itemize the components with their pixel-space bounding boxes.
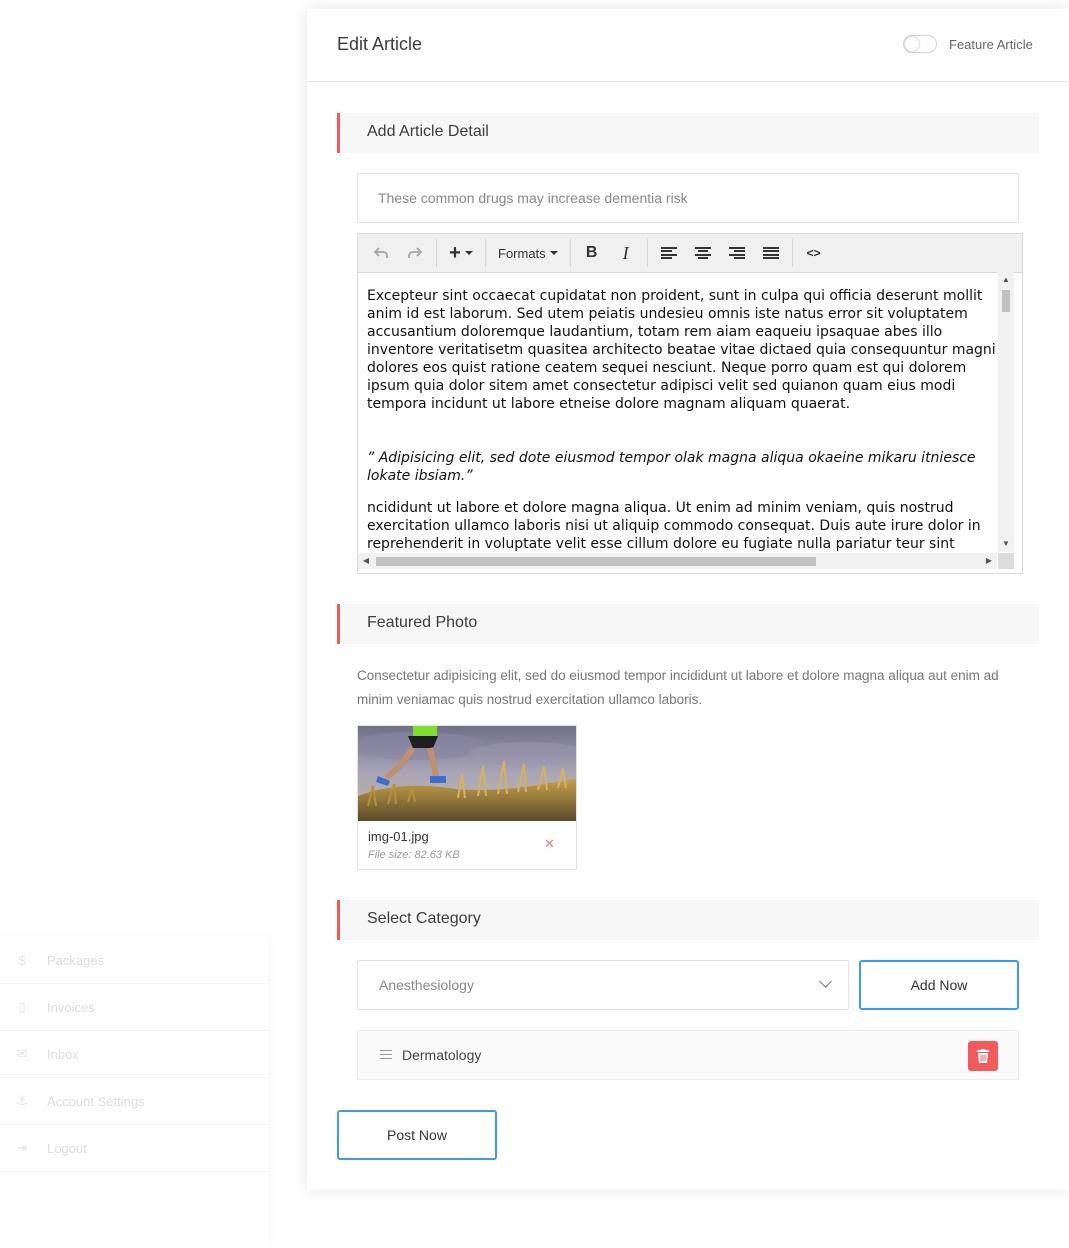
redo-button[interactable] bbox=[398, 238, 432, 268]
logout-icon: ⇥ bbox=[16, 1140, 28, 1155]
formats-label: Formats bbox=[498, 245, 546, 261]
add-category-button[interactable]: Add Now bbox=[859, 960, 1019, 1010]
editor-toolbar: + Formats B I <> bbox=[358, 234, 1022, 273]
sidebar-item-label: Packages bbox=[47, 952, 105, 968]
photo-file-name: img-01.jpg bbox=[368, 829, 429, 844]
photo-description: Consectetur adipisicing elit, sed do eiu… bbox=[357, 668, 999, 707]
category-select-value: Anesthesiology bbox=[379, 977, 474, 993]
italic-button[interactable]: I bbox=[609, 238, 643, 268]
editor-content[interactable]: Excepteur sint occaecat cupidatat non pr… bbox=[358, 272, 997, 552]
scrollbar-corner bbox=[998, 553, 1014, 569]
chevron-down-icon bbox=[819, 975, 832, 988]
section-heading-featured-photo: Featured Photo bbox=[337, 604, 1039, 644]
sidebar-item-label: Account Settings bbox=[47, 1093, 145, 1109]
toolbar-separator bbox=[569, 239, 571, 267]
align-justify-button[interactable] bbox=[754, 238, 788, 268]
photo-file-size: File size: 82.63 KB bbox=[368, 849, 460, 861]
trash-icon bbox=[977, 1049, 989, 1063]
section-title: Select Category bbox=[367, 910, 481, 927]
card-header: Edit Article Feature Article bbox=[307, 9, 1069, 82]
scroll-thumb[interactable] bbox=[376, 557, 816, 566]
rich-text-editor: + Formats B I <> Excepteur sint occaecat… bbox=[357, 233, 1023, 574]
caret-down-icon bbox=[464, 251, 473, 255]
code-icon: <> bbox=[806, 246, 821, 260]
sidebar-item-packages[interactable]: $ Packages bbox=[0, 937, 268, 984]
editor-paragraph: ncididunt ut labore et dolore magna aliq… bbox=[367, 500, 981, 552]
align-right-button[interactable] bbox=[720, 238, 754, 268]
category-list-item: Dermatology bbox=[357, 1030, 1019, 1080]
plus-icon: + bbox=[449, 241, 461, 264]
toolbar-separator bbox=[485, 239, 486, 267]
remove-photo-icon[interactable]: ✕ bbox=[544, 836, 555, 852]
category-label: Dermatology bbox=[402, 1047, 482, 1063]
caret-down-icon bbox=[549, 251, 558, 255]
scroll-up-icon[interactable]: ▲ bbox=[998, 272, 1014, 288]
feature-article-toggle[interactable] bbox=[903, 35, 937, 53]
feature-article-label: Feature Article bbox=[949, 37, 1033, 52]
vertical-scrollbar[interactable]: ▲ ▼ bbox=[998, 272, 1014, 552]
bold-button[interactable]: B bbox=[575, 238, 609, 268]
editor-quote: ” Adipisicing elit, sed dote eiusmod tem… bbox=[367, 450, 976, 484]
sidebar: $ Packages ▯ Invoices ✉ Inbox ⚓ Account … bbox=[0, 937, 268, 1248]
scroll-right-icon[interactable]: ▶ bbox=[981, 553, 997, 569]
scroll-down-icon[interactable]: ▼ bbox=[998, 536, 1014, 552]
post-now-button[interactable]: Post Now bbox=[337, 1110, 497, 1160]
sidebar-item-label: Invoices bbox=[47, 999, 95, 1015]
sidebar-item-logout[interactable]: ⇥ Logout bbox=[0, 1125, 268, 1172]
toolbar-separator bbox=[646, 239, 648, 267]
align-left-icon bbox=[660, 247, 677, 259]
scroll-left-icon[interactable]: ◀ bbox=[358, 553, 374, 569]
undo-icon bbox=[374, 247, 388, 258]
sidebar-item-inbox[interactable]: ✉ Inbox bbox=[0, 1031, 268, 1078]
dollar-icon: $ bbox=[18, 952, 26, 968]
formats-dropdown[interactable]: Formats bbox=[490, 238, 566, 268]
align-center-button[interactable] bbox=[686, 238, 720, 268]
section-heading-select-category: Select Category bbox=[337, 900, 1039, 940]
edit-article-card: Edit Article Feature Article Add Article… bbox=[307, 9, 1069, 1190]
redo-icon bbox=[408, 247, 422, 258]
section-title: Featured Photo bbox=[367, 614, 478, 631]
align-center-icon bbox=[694, 247, 711, 259]
source-code-button[interactable]: <> bbox=[797, 238, 831, 268]
horizontal-scrollbar[interactable]: ◀ ▶ bbox=[358, 553, 997, 569]
article-title-input[interactable] bbox=[357, 173, 1019, 223]
sidebar-item-label: Logout bbox=[47, 1140, 87, 1156]
file-icon: ▯ bbox=[18, 999, 26, 1014]
insert-button[interactable]: + bbox=[441, 238, 481, 268]
align-justify-icon bbox=[762, 247, 779, 259]
toggle-knob bbox=[905, 37, 919, 51]
italic-icon: I bbox=[622, 242, 629, 263]
undo-button[interactable] bbox=[364, 238, 398, 268]
bold-icon: B bbox=[585, 244, 598, 261]
align-left-button[interactable] bbox=[652, 238, 686, 268]
section-heading-article-detail: Add Article Detail bbox=[337, 113, 1039, 153]
photo-attachment: img-01.jpg File size: 82.63 KB ✕ bbox=[357, 725, 577, 870]
editor-paragraph: Excepteur sint occaecat cupidatat non pr… bbox=[367, 288, 996, 412]
anchor-icon: ⚓ bbox=[16, 1093, 28, 1108]
sidebar-item-label: Inbox bbox=[47, 1046, 79, 1062]
toolbar-separator bbox=[791, 239, 793, 267]
envelope-icon: ✉ bbox=[16, 1046, 28, 1061]
toolbar-separator bbox=[436, 239, 437, 267]
category-select[interactable]: Anesthesiology bbox=[357, 960, 849, 1010]
section-title: Add Article Detail bbox=[367, 123, 489, 140]
delete-category-button[interactable] bbox=[968, 1041, 998, 1071]
align-right-icon bbox=[728, 247, 745, 259]
page-title: Edit Article bbox=[337, 34, 423, 54]
sidebar-item-invoices[interactable]: ▯ Invoices bbox=[0, 984, 268, 1031]
drag-handle-icon[interactable] bbox=[380, 1050, 392, 1059]
photo-thumbnail bbox=[358, 726, 576, 821]
scroll-thumb[interactable] bbox=[1002, 290, 1010, 312]
sidebar-item-account-settings[interactable]: ⚓ Account Settings bbox=[0, 1078, 268, 1125]
